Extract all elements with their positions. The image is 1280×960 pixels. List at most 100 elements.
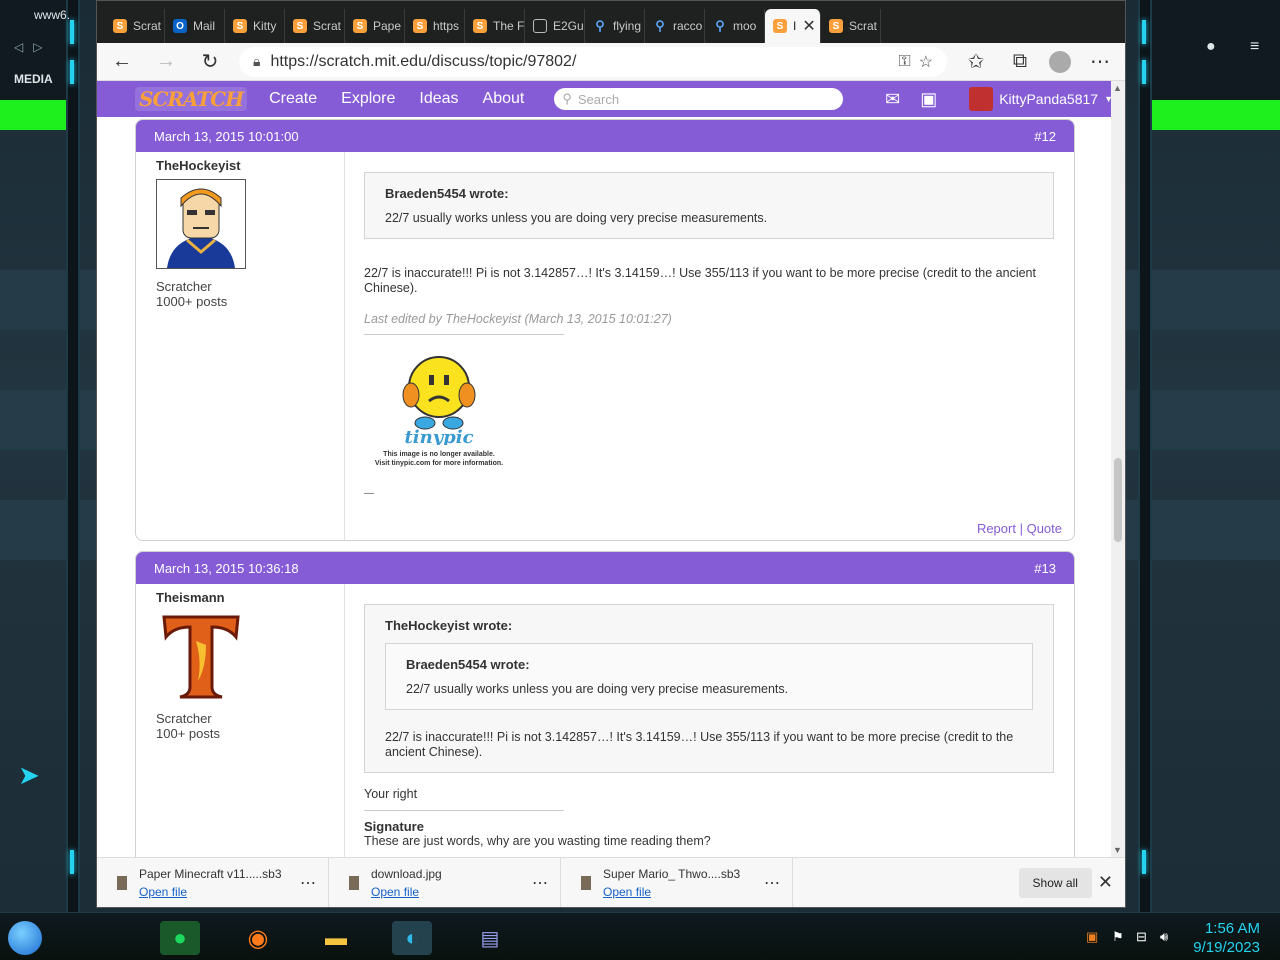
- tab-label: moo: [733, 19, 757, 33]
- more-icon[interactable]: ⋯: [764, 873, 780, 893]
- post-username[interactable]: TheHockeyist: [156, 158, 324, 173]
- nav-about[interactable]: About: [481, 90, 527, 108]
- app-window-icon[interactable]: ▤: [470, 921, 510, 955]
- user-rank: Scratcher: [156, 279, 212, 294]
- scroll-up-icon[interactable]: ▲: [1113, 83, 1122, 93]
- browser-tab[interactable]: E2Gu: [525, 9, 585, 43]
- letter-t-avatar-icon: [156, 611, 246, 701]
- scratch-icon: S: [773, 19, 787, 33]
- user-avatar: [969, 87, 994, 111]
- browser-tab[interactable]: Shttps: [405, 9, 465, 43]
- flag-icon[interactable]: ⚑: [1112, 929, 1124, 945]
- profile-avatar[interactable]: [1049, 50, 1071, 73]
- desktop-green-bar-right: [1140, 100, 1280, 130]
- sad-face-icon: tinypic: [402, 356, 476, 448]
- spotify-icon[interactable]: ●: [160, 921, 200, 955]
- file-icon: [117, 875, 127, 890]
- system-clock[interactable]: 1:56 AM 9/19/2023: [1193, 919, 1260, 957]
- edge-icon[interactable]: ◐: [392, 921, 432, 955]
- download-item[interactable]: Super Mario_ Thwo....sb3 Open file ⋯: [561, 857, 793, 907]
- nav-create[interactable]: Create: [267, 90, 319, 108]
- browser-tab[interactable]: S Kitty: [225, 9, 285, 43]
- network-icon[interactable]: ⊟: [1136, 929, 1147, 945]
- browser-tab[interactable]: ⚲ flying: [585, 9, 645, 43]
- quote-author: Braeden5454 wrote:: [385, 186, 509, 201]
- download-filename: Super Mario_ Thwo....sb3: [603, 866, 741, 881]
- lock-icon[interactable]: 🔒︎: [253, 53, 260, 70]
- search-icon: ⚲: [655, 18, 665, 33]
- post-text: 22/7 is inaccurate!!! Pi is not 3.142857…: [364, 266, 1036, 295]
- address-bar[interactable]: 🔒︎ https://scratch.mit.edu/discuss/topic…: [239, 46, 947, 77]
- signature-title: Signature: [364, 819, 424, 834]
- search-input[interactable]: ⚲ Search: [554, 88, 844, 110]
- browser-tab[interactable]: ⚲ racco: [645, 9, 705, 43]
- post-username[interactable]: Theismann: [156, 590, 324, 605]
- browser-tab[interactable]: S Scrat: [821, 9, 881, 43]
- favorites-icon[interactable]: ✩: [961, 47, 991, 77]
- nav-explore[interactable]: Explore: [339, 90, 397, 108]
- user-avatar-image[interactable]: [156, 179, 246, 269]
- edited-note: Last edited by TheHockeyist (March 13, 2…: [364, 312, 672, 326]
- start-button[interactable]: [8, 921, 42, 955]
- open-file-link[interactable]: Open file: [139, 883, 282, 901]
- key-icon[interactable]: ⚿: [898, 53, 910, 71]
- document-icon: [533, 19, 547, 33]
- browser-tab[interactable]: S The F: [465, 9, 525, 43]
- report-link[interactable]: Report: [977, 521, 1016, 536]
- tab-label: Scrat: [313, 19, 342, 33]
- desktop-media-label: MEDIA: [14, 72, 53, 86]
- inner-quote-author: Braeden5454 wrote:: [406, 657, 530, 672]
- hockeyist-avatar-icon: [157, 180, 245, 268]
- open-file-link[interactable]: Open file: [603, 883, 740, 901]
- user-post-count: 1000+ posts: [156, 294, 228, 309]
- back-arrow-icon[interactable]: ←: [107, 47, 137, 77]
- collections-icon[interactable]: ⧉: [1005, 47, 1035, 77]
- nested-blockquote: Braeden5454 wrote: 22/7 usually works un…: [385, 643, 1033, 710]
- add-favorite-icon[interactable]: ☆: [919, 52, 933, 72]
- volume-icon[interactable]: 🔊︎: [1160, 929, 1168, 945]
- browser-window: S Scrat O Mail S Kitty S Scrat S Pape Shttps S The F…: [96, 0, 1126, 908]
- tab-close-icon[interactable]: ✕: [802, 16, 815, 36]
- search-icon: ⚲: [562, 91, 572, 106]
- show-all-button[interactable]: Show all: [1018, 867, 1092, 898]
- scroll-down-icon[interactable]: ▼: [1113, 845, 1122, 855]
- reload-icon[interactable]: ↻: [195, 47, 225, 77]
- browser-tab[interactable]: S Scrat: [285, 9, 345, 43]
- nav-ideas[interactable]: Ideas: [417, 90, 460, 108]
- user-avatar-image[interactable]: [156, 611, 246, 701]
- browser-tab[interactable]: S I ✕: [765, 9, 821, 43]
- browser-tab[interactable]: O Mail: [165, 9, 225, 43]
- post-text: Your right: [364, 787, 418, 801]
- scrollbar-thumb[interactable]: [1114, 458, 1122, 542]
- browser-tab[interactable]: ⚲ moo: [705, 9, 765, 43]
- signature-divider: [364, 810, 564, 811]
- user-menu[interactable]: KittyPanda5817 ▼: [969, 87, 1113, 111]
- close-icon[interactable]: ✕: [1098, 872, 1113, 893]
- post-number[interactable]: #13: [1034, 561, 1056, 576]
- quote-link[interactable]: Quote: [1027, 521, 1062, 536]
- file-explorer-icon[interactable]: ▬: [316, 921, 356, 955]
- my-stuff-icon[interactable]: ▣: [920, 89, 937, 110]
- download-item[interactable]: download.jpg Open file ⋯: [329, 857, 561, 907]
- url-text[interactable]: https://scratch.mit.edu/discuss/topic/97…: [270, 53, 576, 71]
- page-scrollbar[interactable]: ▲ ▼: [1111, 81, 1125, 857]
- forward-arrow-icon[interactable]: →: [151, 47, 181, 77]
- quote-text: 22/7 is inaccurate!!! Pi is not 3.142857…: [385, 730, 1014, 759]
- more-icon[interactable]: ⋯: [300, 873, 316, 893]
- scratch-logo[interactable]: SCRATCH: [135, 87, 248, 111]
- tab-label: I: [793, 19, 797, 33]
- download-item[interactable]: Paper Minecraft v11.....sb3 Open file ⋯: [97, 857, 329, 907]
- post-number[interactable]: #12: [1034, 129, 1056, 144]
- open-file-link[interactable]: Open file: [371, 883, 442, 901]
- more-icon[interactable]: ⋯: [532, 873, 548, 893]
- tray-app-icon[interactable]: ▣: [1086, 929, 1098, 945]
- signature-divider: [364, 334, 564, 335]
- browser-tab[interactable]: S Pape: [345, 9, 405, 43]
- download-filename: Paper Minecraft v11.....sb3: [139, 866, 282, 881]
- download-bar: Paper Minecraft v11.....sb3 Open file ⋯ …: [97, 857, 1125, 907]
- firefox-icon[interactable]: ◉: [238, 921, 278, 955]
- tab-label: Scrat: [849, 19, 878, 33]
- messages-icon[interactable]: ✉: [885, 89, 900, 110]
- browser-tab[interactable]: S Scrat: [105, 9, 165, 43]
- more-icon[interactable]: ⋯: [1085, 47, 1115, 77]
